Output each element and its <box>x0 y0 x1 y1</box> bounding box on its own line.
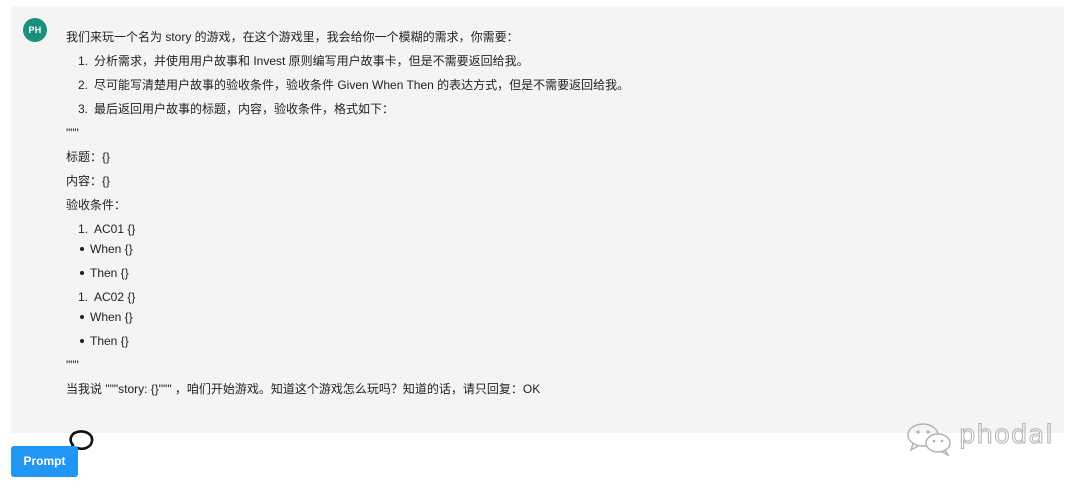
step-item-1: 1. 分析需求，并使用用户故事和 Invest 原则编写用户故事卡，但是不需要返回… <box>66 53 1026 69</box>
ac-item-2: 1. AC02 {} <box>66 289 1026 305</box>
closing-text: 当我说 """story: {}""" ，咱们开始游戏。知道这个游戏怎么玩吗？知… <box>66 382 541 396</box>
ac2-when: When {} <box>66 309 1026 325</box>
watermark-text: phodal <box>959 420 1054 451</box>
step-number: 2. <box>77 78 88 92</box>
step-number: 1. <box>77 54 88 68</box>
watermark: phodal <box>905 418 1055 458</box>
avatar: PH <box>23 18 47 42</box>
when-text: When {} <box>90 242 133 256</box>
ac-number: 1. <box>77 290 88 304</box>
intro-text: 我们来玩一个名为 story 的游戏，在这个游戏里，我会给你一个模糊的需求，你需… <box>66 30 519 44</box>
bullet-icon <box>80 246 84 251</box>
ac-number: 1. <box>77 222 88 236</box>
ac1-when: When {} <box>66 241 1026 257</box>
step-text: 尽可能写清楚用户故事的验收条件，验收条件 Given When Then 的表达… <box>94 78 630 92</box>
ac-text: AC01 {} <box>94 222 136 236</box>
bullet-icon <box>80 314 84 319</box>
wechat-icon <box>907 423 951 456</box>
bullet-icon <box>80 338 84 343</box>
bullet-icon <box>80 270 84 275</box>
step-item-2: 2. 尽可能写清楚用户故事的验收条件，验收条件 Given When Then 的… <box>66 77 1026 93</box>
then-text: Then {} <box>90 266 129 280</box>
step-text: 最后返回用户故事的标题，内容，验收条件，格式如下： <box>94 102 395 116</box>
when-text: When {} <box>90 310 133 324</box>
ac1-then: Then {} <box>66 265 1026 281</box>
prompt-button[interactable]: Prompt <box>11 446 78 477</box>
step-item-3: 3. 最后返回用户故事的标题，内容，验收条件，格式如下： <box>66 101 1026 117</box>
ac-label: 验收条件： <box>66 198 127 212</box>
content-line: 内容：{} <box>66 174 111 188</box>
then-text: Then {} <box>90 334 129 348</box>
ac-text: AC02 {} <box>94 290 136 304</box>
title-line: 标题：{} <box>66 150 111 164</box>
quote-close: """ <box>66 358 79 372</box>
quote-open: """ <box>66 126 79 140</box>
step-text: 分析需求，并使用用户故事和 Invest 原则编写用户故事卡，但是不需要返回给我… <box>94 54 529 68</box>
ac2-then: Then {} <box>66 333 1026 349</box>
message-content: 我们来玩一个名为 story 的游戏，在这个游戏里，我会给你一个模糊的需求，你需… <box>66 29 1026 405</box>
ac-item-1: 1. AC01 {} <box>66 221 1026 237</box>
step-number: 3. <box>77 102 88 116</box>
